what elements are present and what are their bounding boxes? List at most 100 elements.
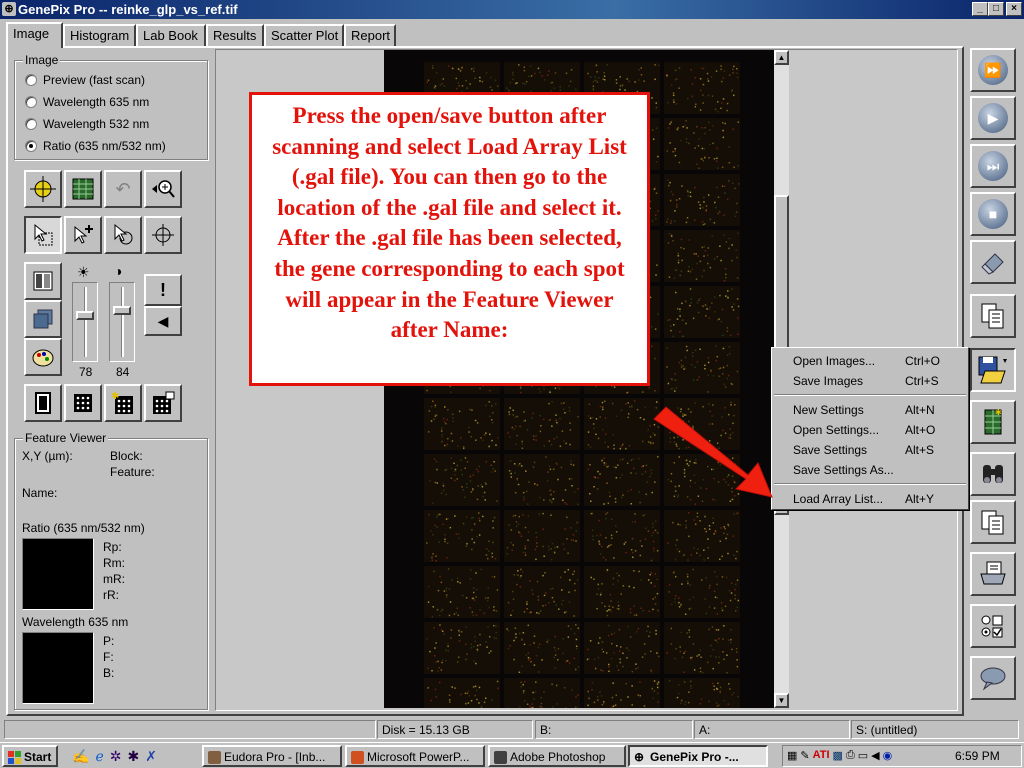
array-spot <box>439 624 441 626</box>
tray-volume-icon[interactable]: ◀ <box>871 749 879 762</box>
color-table-button[interactable] <box>24 262 62 300</box>
array-spot <box>700 698 703 700</box>
array-spot <box>473 660 475 662</box>
scan-button[interactable]: ▶ <box>970 96 1016 140</box>
array-spot <box>442 489 445 492</box>
array-spot <box>510 476 513 478</box>
radio-preview[interactable]: Preview (fast scan) <box>25 73 145 87</box>
undo-button[interactable]: ↶ <box>104 170 142 208</box>
palette-button[interactable] <box>24 338 62 376</box>
add-feature-button[interactable] <box>64 216 102 254</box>
erase-button[interactable] <box>970 240 1016 284</box>
pen-icon[interactable]: ✍ <box>72 748 89 765</box>
array-spot <box>679 308 681 310</box>
tray-network-icon[interactable]: ▩ <box>833 749 843 762</box>
array-spot <box>468 694 471 697</box>
close-button[interactable]: × <box>1006 2 1022 16</box>
array-spot <box>488 401 491 403</box>
array-spot <box>472 489 474 491</box>
menu-item-open-settings[interactable]: Open Settings... Alt+O <box>772 420 968 439</box>
array-spot <box>727 523 729 526</box>
zoom-button[interactable] <box>144 170 182 208</box>
collapse-button[interactable]: ◀ <box>144 306 182 336</box>
analysis-button[interactable] <box>970 294 1016 338</box>
tray-monitor-icon[interactable]: ▭ <box>858 749 868 762</box>
menu-item-save-images[interactable]: Save Images Ctrl+S <box>772 371 968 390</box>
tray-printer-icon[interactable]: ⎙ <box>846 749 855 762</box>
task-genepix[interactable]: ⊕ GenePix Pro -... <box>628 745 768 767</box>
menu-item-new-settings[interactable]: New Settings Alt+N <box>772 400 968 419</box>
select-pointer-button[interactable] <box>24 216 62 254</box>
tray-ati-icon[interactable]: ATI <box>813 749 830 762</box>
radio-wavelength-532[interactable]: Wavelength 532 nm <box>25 117 149 131</box>
menu-item-save-settings[interactable]: Save Settings Alt+S <box>772 440 968 459</box>
options-button[interactable] <box>970 604 1016 648</box>
print-button[interactable] <box>970 552 1016 596</box>
array-spot <box>679 650 682 653</box>
tab-histogram[interactable]: Histogram <box>63 24 136 46</box>
array-spot <box>485 641 487 643</box>
menu-item-load-array-list[interactable]: Load Array List... Alt+Y <box>772 489 968 508</box>
find-button[interactable] <box>970 452 1016 496</box>
tray-speech-icon[interactable]: ◉ <box>883 749 893 762</box>
block-grid-button[interactable] <box>64 384 102 422</box>
start-button[interactable]: Start <box>2 745 58 767</box>
array-spot <box>563 402 565 404</box>
array-spot <box>694 349 697 352</box>
grid-view-button[interactable] <box>64 170 102 208</box>
array-spot <box>728 345 731 348</box>
scroll-up-button[interactable]: ▲ <box>774 50 789 65</box>
open-save-button[interactable] <box>970 348 1016 392</box>
tab-image[interactable]: Image <box>6 22 63 48</box>
resize-feature-button[interactable] <box>104 216 142 254</box>
task-eudora[interactable]: Eudora Pro - [Inb... <box>202 745 342 767</box>
center-feature-button[interactable] <box>144 216 182 254</box>
radio-ratio[interactable]: Ratio (635 nm/532 nm) <box>25 139 166 153</box>
array-spot <box>735 648 738 650</box>
maximize-button[interactable]: □ <box>988 2 1004 16</box>
alert-button[interactable]: ! <box>144 274 182 306</box>
array-spot <box>654 596 657 599</box>
array-spot <box>641 656 644 658</box>
tab-lab-book[interactable]: Lab Book <box>136 24 206 46</box>
image-frame-button[interactable] <box>24 384 62 422</box>
tab-scatter-plot[interactable]: Scatter Plot <box>264 24 344 46</box>
overlay-button[interactable] <box>24 300 62 338</box>
array-spot <box>708 587 711 589</box>
scan-area-button[interactable] <box>24 170 62 208</box>
array-block <box>424 510 500 562</box>
scroll-down-button[interactable]: ▼ <box>774 693 789 708</box>
help-button[interactable] <box>970 656 1016 700</box>
menu-item-save-settings-as[interactable]: Save Settings As... <box>772 460 968 479</box>
preview-scan-button[interactable]: ⏭ <box>970 144 1016 188</box>
brightness-slider-thumb[interactable] <box>76 310 94 320</box>
internet-explorer-icon[interactable]: ℯ <box>95 748 103 765</box>
task-photoshop[interactable]: Adobe Photoshop <box>488 745 626 767</box>
new-block-button[interactable]: ✱ <box>104 384 142 422</box>
menu-item-open-images[interactable]: Open Images... Ctrl+O <box>772 351 968 370</box>
tray-app-icon[interactable]: ▦ <box>787 749 797 762</box>
tools-icon[interactable]: ✱ <box>127 748 139 765</box>
array-spot <box>479 80 481 82</box>
contrast-slider-thumb[interactable] <box>113 305 131 315</box>
arrow-tool-icon[interactable]: ✗ <box>145 748 157 765</box>
radio-wavelength-635[interactable]: Wavelength 635 nm <box>25 95 149 109</box>
block-properties-button[interactable] <box>144 384 182 422</box>
app-icon[interactable]: ⊕ <box>2 2 16 16</box>
copy-button[interactable] <box>970 500 1016 544</box>
array-spot <box>631 704 633 706</box>
array-spot <box>496 500 498 502</box>
brightness-value: 78 <box>79 365 93 379</box>
stop-button[interactable]: ■ <box>970 192 1016 236</box>
tab-report[interactable]: Report <box>344 24 396 46</box>
network-icon[interactable]: ✲ <box>110 748 122 765</box>
array-spot <box>520 575 522 577</box>
array-spot <box>613 386 616 388</box>
spreadsheet-button[interactable]: ✱ <box>970 400 1016 444</box>
array-spot <box>453 470 456 473</box>
tab-results[interactable]: Results <box>206 24 264 46</box>
task-powerpoint[interactable]: Microsoft PowerP... <box>345 745 485 767</box>
tray-mouse-icon[interactable]: ✎ <box>800 749 809 762</box>
fast-forward-scan-button[interactable]: ⏩ <box>970 48 1016 92</box>
minimize-button[interactable]: _ <box>972 2 988 16</box>
